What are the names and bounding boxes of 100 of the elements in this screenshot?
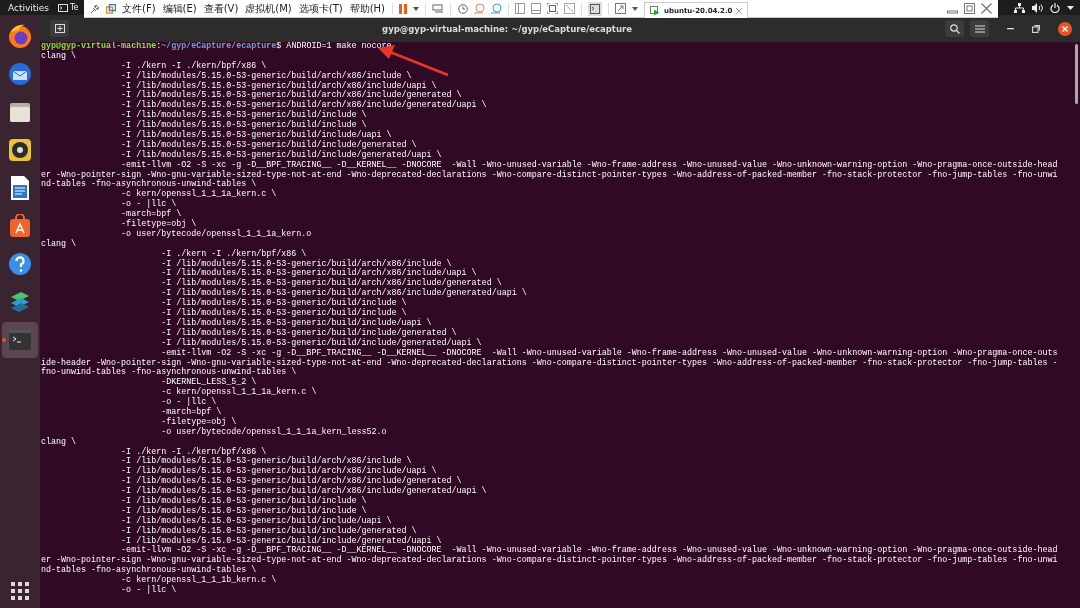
output-line: -I /lib/modules/5.15.0-53-generic/build/include \ [120,506,368,516]
output-line: -I /lib/modules/5.15.0-53-generic/build/arch/x86/include \ [120,71,413,81]
output-line: -I /lib/modules/5.15.0-53-generic/build/include \ [120,111,367,121]
speaker-icon [8,138,32,162]
output-line: -c kern/openssl_1_1_1a_kern.c \ [160,388,318,398]
output-line: -o - |llc \ [120,200,177,210]
app-menu[interactable]: Te [58,3,79,12]
sidebar-icon[interactable] [515,3,526,14]
menu-button[interactable] [970,20,989,37]
terminal-icon [58,3,69,12]
output-line: -I /lib/modules/5.15.0-53-generic/build/include/generated/uapi \ [120,150,443,160]
maximize-icon[interactable] [1032,24,1040,33]
output-line: -I ./kern -I ./kern/bpf/x86 \ [160,249,308,259]
output-line: -I /lib/modules/5.15.0-53-generic/build/arch/x86/include/uapi \ [120,81,437,91]
output-line: -I /lib/modules/5.15.0-53-generic/build/include/generated \ [160,328,458,338]
output-line: -I /lib/modules/5.15.0-53-generic/build/include \ [160,309,407,319]
output-line: -filetype=obj \ [160,417,238,427]
output-line: -I /lib/modules/5.15.0-53-generic/build/include/generated/uapi \ [120,536,443,546]
menu-item[interactable]: 编辑(E) [162,1,197,16]
output-line: -I ./kern -I ./kern/bpf/x86 \ [120,61,268,71]
output-line: -emit-llvm -O2 -S -xc -g -D__BPF_TRACING__ -D__KERNEL__ -DNOCORE -Wall -Wno-unused-variable -Wno-frame-address -Wno-unused-value -Wno-unknown-warning-option -Wno-pragma-once-outs [160,348,1059,358]
output-line: -march=bpf \ [120,210,182,220]
output-line: -I /lib/modules/5.15.0-53-generic/build/include/uapi \ [120,131,393,140]
output-line: -I /lib/modules/5.15.0-53-generic/build/arch/x86/include/generated/uapi \ [120,101,488,111]
output-line: nd-tables -fno-asynchronous-unwind-tables \ [41,180,257,190]
output-line: -I /lib/modules/5.15.0-53-generic/build/include \ [160,299,407,309]
search-icon [949,23,960,34]
menu-item[interactable]: 文件(F) [122,1,156,16]
output-line: -I /lib/modules/5.15.0-53-generic/build/include/uapi \ [120,516,393,526]
output-line: ide-header -Wno-pointer-sign -Wno-gnu-variable-sized-type-not-at-end -Wno-deprecated-declarations -Wno-compare-distinct-pointer-types -Wno-address-of-packed-member -fno-stack-protector -fno-jump-tables - [41,358,1059,368]
output-line: -emit-llvm -O2 -S -xc -g -D__BPF_TRACING__ -D__KERNEL__ -DNOCORE -Wall -Wno-unused-variable -Wno-frame-address -Wno-unused-value -Wno-unknown-warning-option -Wno-pragma-once-outside-head [120,160,1059,170]
output-line: -I /lib/modules/5.15.0-53-generic/build/include \ [120,496,368,506]
output-line: -o user/bytecode/openssl_1_1_1a_kern.o [120,229,313,240]
output-line: er -Wno-pointer-sign -Wno-gnu-variable-sized-type-not-at-end -Wno-deprecated-declarations -Wno-compare-distinct-pointer-types -Wno-address-of-packed-member -fno-stack-protector -fno-jump-tables -fno-unwi [41,170,1059,180]
stacked-layers-icon [9,291,31,313]
close-icon[interactable] [1058,21,1072,36]
fullscreen-icon[interactable] [547,3,559,14]
activities-button[interactable]: Activities [6,2,50,13]
output-line: -I /lib/modules/5.15.0-53-generic/build/arch/x86/include/uapi \ [120,467,437,477]
output-line: -I /lib/modules/5.15.0-53-generic/build/include/uapi \ [160,318,433,328]
caret-icon[interactable] [1067,5,1074,10]
output-line: -c kern/openssl_1_1_1a_kern.c \ [121,190,278,200]
new-tab-icon [54,24,65,33]
resize-icon[interactable] [615,3,627,14]
menu-icon [974,24,985,33]
output-line: -DKERNEL_LESS_5_2 \ [161,378,257,388]
output-line: -I /lib/modules/5.15.0-53-generic/build/arch/x86/include \ [120,457,412,467]
help-icon [8,252,32,276]
document-icon [9,175,31,201]
output-line: -I /lib/modules/5.15.0-53-generic/build/arch/x86/include/generated \ [120,477,462,487]
power-icon[interactable] [1050,2,1060,13]
output-line: -I /lib/modules/5.15.0-53-generic/build/arch/x86/include \ [160,259,452,269]
output-line: er -Wno-pointer-sign -Wno-gnu-variable-sized-type-not-at-end -Wno-deprecated-declarations -Wno-compare-distinct-pointer-types -Wno-address-of-packed-member -fno-stack-protector -fno-jump-tables -fno-unwi [41,556,1059,566]
output-line: -emit-llvm -O2 -S -xc -g -D__BPF_TRACING__ -D__KERNEL__ -DNOCORE -Wall -Wno-unused-variable -Wno-frame-address -Wno-unused-value -Wno-unknown-warning-option -Wno-pragma-once-outside-head [121,546,1059,556]
output-line: -I /lib/modules/5.15.0-53-generic/build/arch/x86/include/generated/uapi \ [160,289,528,299]
folder-icon [8,100,32,124]
pause-icon[interactable] [399,3,408,14]
app-grid-icon[interactable] [11,582,29,600]
output-line: -I /lib/modules/5.15.0-53-generic/build/arch/x86/include/generated/uapi \ [120,487,488,497]
output-line: -o - |llc \ [160,398,217,408]
window-title: gyp@gyp-virtual-machine: ~/gyp/eCapture/ecapture [381,23,633,34]
output-line: -march=bpf \ [160,407,223,417]
output-line: -I /lib/modules/5.15.0-53-generic/build/arch/x86/include/generated \ [160,279,502,289]
menu-item[interactable]: 查看(V) [203,1,239,16]
output-line: -o user/bytecode/openssl_1_1_1a_kern_less52.o [160,427,388,438]
menu-item[interactable]: 选项卡(T) [298,1,343,16]
output-line: -I /lib/modules/5.15.0-53-generic/build/arch/x86/include/generated \ [120,91,462,101]
panel-icon[interactable] [531,3,542,14]
network-icon[interactable] [1014,2,1025,13]
search-button[interactable] [945,20,964,37]
output-line: -I /lib/modules/5.15.0-53-generic/build/include/generated/uapi \ [160,338,483,348]
output-line: -c kern/openssl_1_1_1b_kern.c \ [120,576,278,586]
output-line: clang \ [41,51,78,62]
console-icon[interactable] [588,1,603,16]
output-line: -I /lib/modules/5.15.0-53-generic/build/include/generated \ [120,526,418,536]
output-line: -I /lib/modules/5.15.0-53-generic/build/arch/x86/include/uapi \ [160,269,477,279]
new-tab-button[interactable] [50,20,69,37]
app-logo-icon [106,3,116,14]
output-line: -I /lib/modules/5.15.0-53-generic/build/include/generated \ [120,140,418,150]
terminal-icon [8,329,32,351]
minimize-icon[interactable] [1007,27,1014,30]
output-line: -I ./kern -I ./kern/bpf/x86 \ [120,447,267,457]
caret-icon[interactable] [632,6,639,11]
volume-icon[interactable] [1032,2,1043,13]
store-bag-icon [8,214,32,238]
vm-play-icon [650,5,661,16]
output-line: -I /lib/modules/5.15.0-53-generic/build/include \ [120,121,367,131]
pin-icon[interactable] [90,3,100,14]
menu-item[interactable]: 虚拟机(M) [245,1,292,16]
output-line: clang \ [41,437,78,448]
caret-icon[interactable] [413,6,420,11]
output-line: clang \ [41,239,78,250]
running-dot [2,338,6,342]
menu-item[interactable]: 帮助(H) [349,1,386,16]
scrollbar[interactable] [1075,44,1078,104]
output-line: fno-unwind-tables -fno-asynchronous-unwind-tables \ [41,368,297,378]
output-line: -o - |llc \ [120,586,178,596]
prompt-line: gyp@gyp-virtual-machine:~/gyp/eCapture/ecapture$ ANDROID=1 make nocore [41,42,393,51]
restore-icon[interactable] [964,3,975,14]
output-line: -filetype=obj \ [120,220,197,230]
